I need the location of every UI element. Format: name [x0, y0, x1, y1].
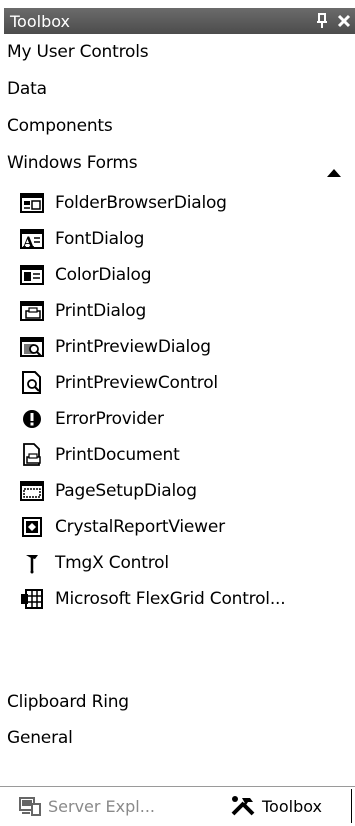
- toolbox-item-tmgx-control[interactable]: TmgX Control: [19, 546, 169, 580]
- page-setup-dialog-icon: [19, 478, 45, 504]
- flexgrid-control-icon: [19, 586, 45, 612]
- toolbox-item-flexgrid-control[interactable]: Microsoft FlexGrid Control...: [19, 582, 286, 616]
- tab-label: Server Expl...: [48, 796, 155, 816]
- print-dialog-icon: [19, 298, 45, 324]
- item-label: ColorDialog: [55, 265, 152, 285]
- print-preview-dialog-icon: [19, 334, 45, 360]
- tmgx-control-icon: [19, 550, 45, 576]
- item-label: CrystalReportViewer: [55, 517, 225, 537]
- svg-text:A: A: [22, 235, 35, 250]
- category-general[interactable]: General: [7, 728, 73, 748]
- toolbox-item-folder-browser-dialog[interactable]: FolderBrowserDialog: [19, 186, 227, 220]
- pin-icon[interactable]: [311, 10, 333, 32]
- toolbox-item-page-setup-dialog[interactable]: PageSetupDialog: [19, 474, 197, 508]
- print-document-icon: [19, 442, 45, 468]
- item-label: PrintPreviewDialog: [55, 337, 211, 357]
- tab-divider: [351, 789, 355, 823]
- tab-server-explorer[interactable]: Server Expl...: [18, 791, 155, 821]
- toolbox-item-color-dialog[interactable]: ColorDialog: [19, 258, 152, 292]
- font-dialog-icon: A: [19, 226, 45, 252]
- toolbox-item-print-document[interactable]: PrintDocument: [19, 438, 180, 472]
- category-clipboard-ring[interactable]: Clipboard Ring: [7, 692, 129, 712]
- bottom-tab-strip: Server Expl... Toolbox: [0, 786, 355, 826]
- folder-browser-dialog-icon: [19, 190, 45, 216]
- print-preview-control-icon: [19, 370, 45, 396]
- item-label: ErrorProvider: [55, 409, 164, 429]
- toolbox-item-print-preview-control[interactable]: PrintPreviewControl: [19, 366, 218, 400]
- toolbox-item-print-dialog[interactable]: PrintDialog: [19, 294, 146, 328]
- tab-toolbox[interactable]: Toolbox: [230, 791, 322, 821]
- item-label: FolderBrowserDialog: [55, 193, 227, 213]
- crystal-report-viewer-icon: [19, 514, 45, 540]
- category-my-user-controls[interactable]: My User Controls: [7, 42, 149, 62]
- item-label: FontDialog: [55, 229, 145, 249]
- toolbox-item-crystal-report-viewer[interactable]: CrystalReportViewer: [19, 510, 225, 544]
- toolbox-item-print-preview-dialog[interactable]: PrintPreviewDialog: [19, 330, 211, 364]
- error-provider-icon: [19, 406, 45, 432]
- category-components[interactable]: Components: [7, 116, 113, 136]
- window-title: Toolbox: [10, 11, 70, 31]
- category-windows-forms[interactable]: Windows Forms: [7, 153, 138, 173]
- server-explorer-icon: [18, 796, 42, 816]
- item-label: TmgX Control: [55, 553, 169, 573]
- item-label: PrintPreviewControl: [55, 373, 218, 393]
- toolbox-item-error-provider[interactable]: ErrorProvider: [19, 402, 164, 436]
- category-data[interactable]: Data: [7, 79, 47, 99]
- toolbox-title-bar: Toolbox: [4, 8, 355, 34]
- toolbox-item-font-dialog[interactable]: A FontDialog: [19, 222, 144, 256]
- item-label: PrintDocument: [55, 445, 180, 465]
- tab-label: Toolbox: [262, 796, 322, 816]
- collapse-arrow-icon[interactable]: [327, 169, 341, 177]
- color-dialog-icon: [19, 262, 45, 288]
- close-icon[interactable]: [333, 10, 355, 32]
- item-label: Microsoft FlexGrid Control...: [55, 589, 286, 609]
- item-label: PrintDialog: [55, 301, 147, 321]
- item-label: PageSetupDialog: [55, 481, 197, 501]
- toolbox-tools-icon: [230, 795, 256, 817]
